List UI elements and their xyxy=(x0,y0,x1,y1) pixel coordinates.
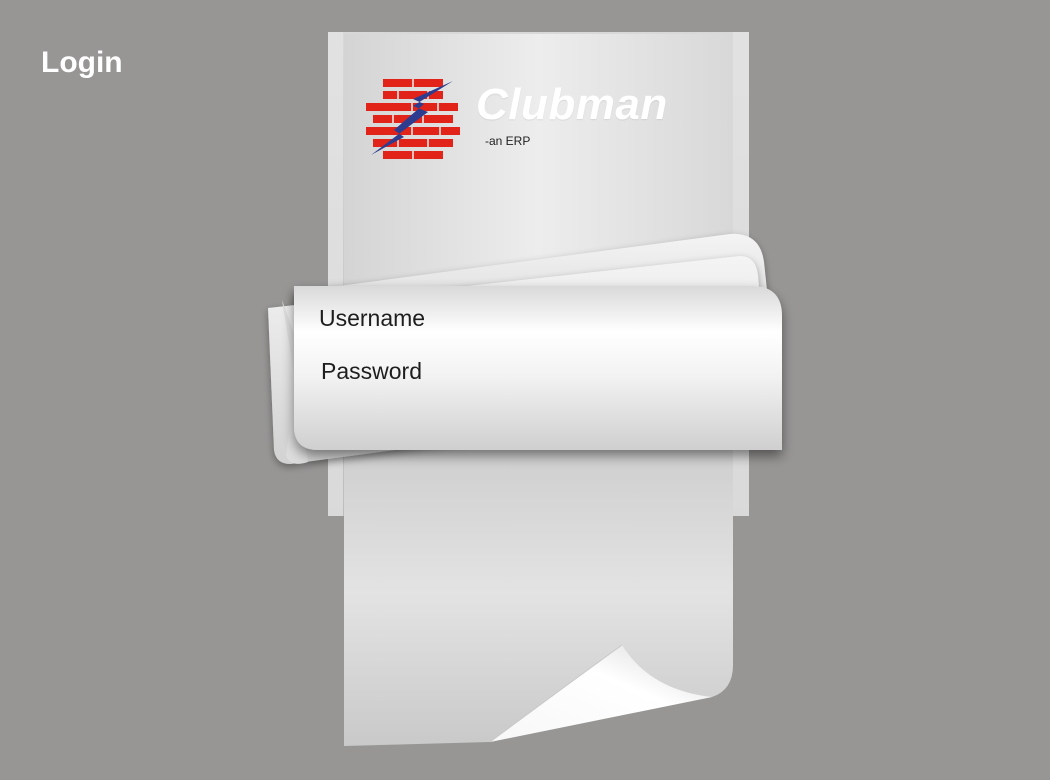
brand-tagline: -an ERP xyxy=(485,134,531,148)
password-label: Password xyxy=(321,358,422,384)
brand-name: Clubman xyxy=(476,80,668,129)
page-title: Login xyxy=(41,46,123,79)
password-input[interactable] xyxy=(450,357,754,389)
username-input[interactable] xyxy=(450,304,754,336)
username-label: Username xyxy=(319,305,426,331)
login-screen: Login Clubman -an ERP Username Password xyxy=(0,0,1050,780)
